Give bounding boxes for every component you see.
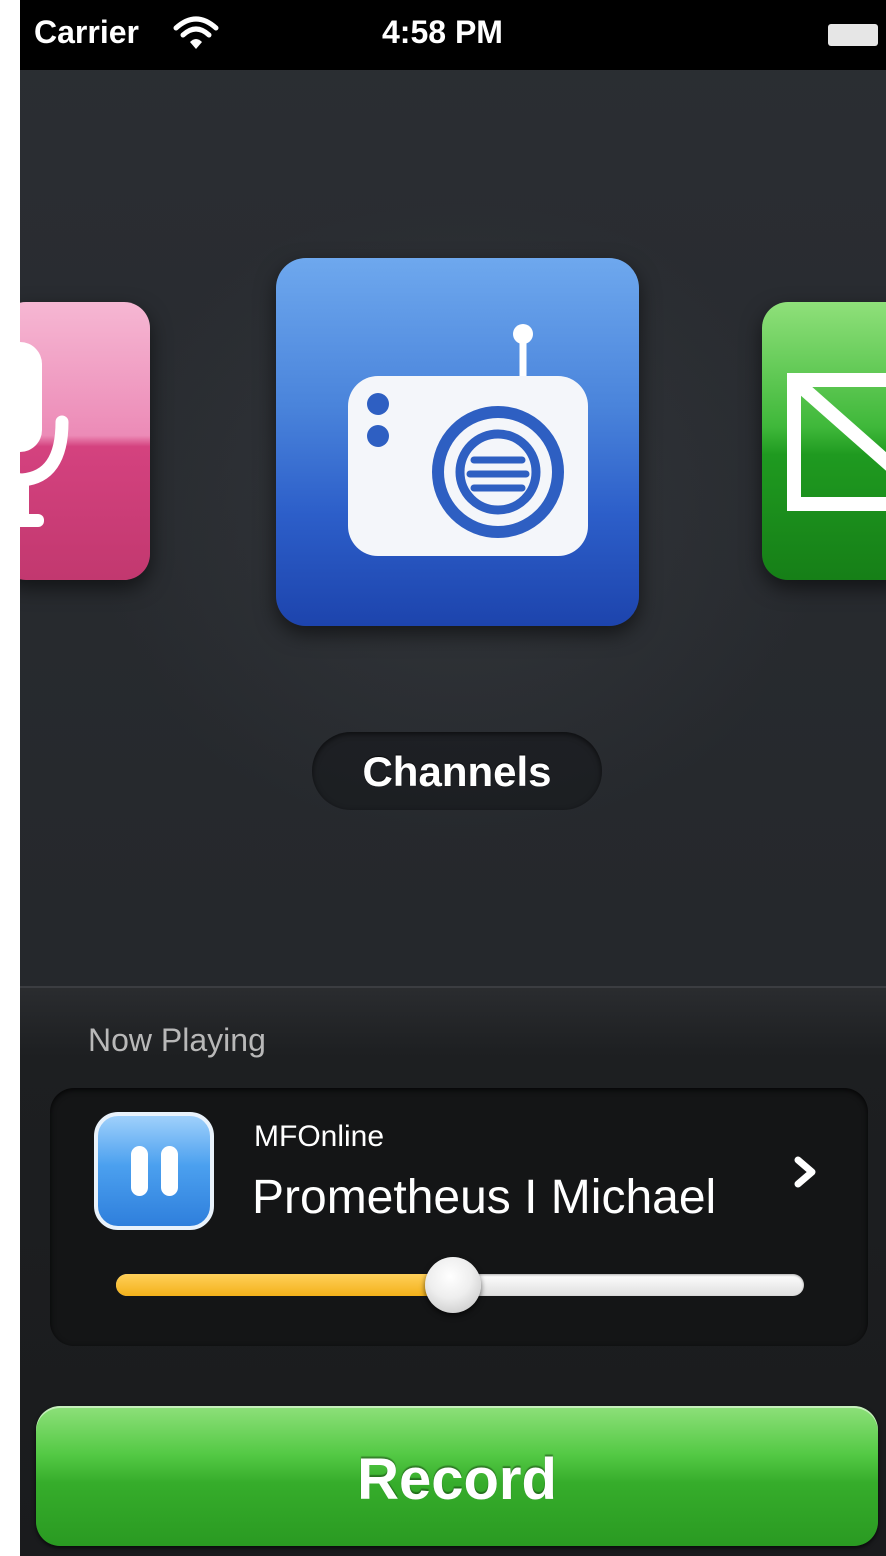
pause-icon xyxy=(131,1146,148,1196)
channels-tile[interactable] xyxy=(276,258,639,626)
now-playing-title: Now Playing xyxy=(88,1022,266,1058)
progress-thumb[interactable] xyxy=(425,1257,482,1313)
carrier-label: Carrier xyxy=(34,14,139,50)
wifi-icon xyxy=(173,16,219,49)
status-time: 4:58 PM xyxy=(382,14,503,50)
status-bar: Carrier 4:58 PM xyxy=(20,0,886,70)
record-button-label: Record xyxy=(357,1447,557,1512)
voice-tile[interactable] xyxy=(20,302,150,580)
battery-icon xyxy=(828,24,878,46)
pause-button[interactable] xyxy=(94,1112,214,1230)
playback-progress-slider[interactable] xyxy=(116,1257,804,1313)
record-button[interactable]: Record xyxy=(36,1406,878,1546)
radio-icon xyxy=(348,324,588,556)
app-screen: Carrier 4:58 PM Channels Now Playing MFO… xyxy=(20,0,886,1556)
chevron-right-icon[interactable] xyxy=(790,1152,820,1192)
selected-channel-label: Channels xyxy=(362,748,552,795)
pause-icon-bar xyxy=(161,1146,178,1196)
picture-tile[interactable] xyxy=(762,302,886,580)
track-title: Prometheus I Michael xyxy=(252,1171,717,1224)
progress-fill xyxy=(116,1274,454,1296)
picture-icon xyxy=(787,373,886,511)
microphone-icon xyxy=(20,342,69,527)
station-name: MFOnline xyxy=(254,1120,385,1153)
